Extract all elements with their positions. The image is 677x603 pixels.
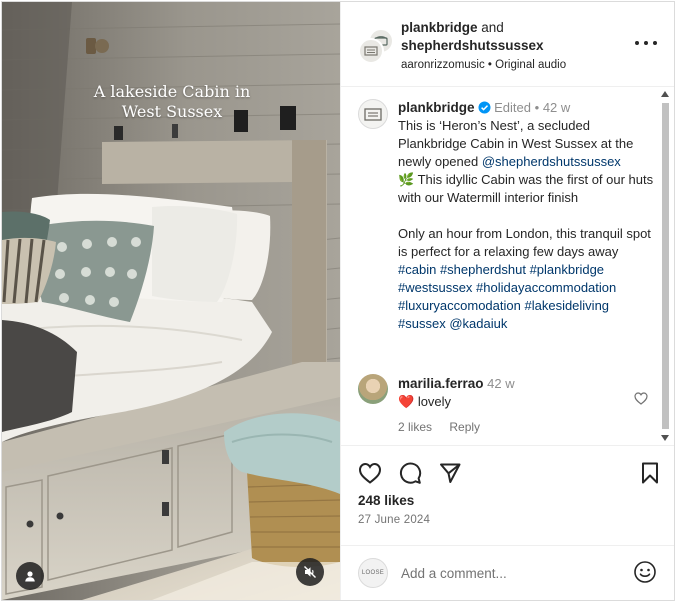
comment-actions: 2 likes Reply [398, 420, 494, 434]
comment-age: 42 w [487, 376, 515, 391]
like-button[interactable] [355, 458, 385, 488]
commenter-username[interactable]: marilia.ferrao [398, 376, 484, 391]
author-link-shepherdshutssussex[interactable]: shepherdshutssussex [401, 38, 544, 53]
comment-button[interactable] [395, 458, 425, 488]
audio-attribution[interactable]: aaronrizzomusic • Original audio [401, 56, 631, 74]
post-authors: plankbridge and shepherdshutssussex aaro… [401, 19, 631, 74]
hashtag-link[interactable]: #sussex [398, 316, 446, 331]
post-actions: 248 likes 27 June 2024 [341, 445, 674, 546]
tagged-users-button[interactable] [16, 562, 44, 590]
hashtag-link[interactable]: #westsussex [398, 280, 472, 295]
hashtag-link[interactable]: #luxuryaccomodation [398, 298, 521, 313]
comment-icon [399, 462, 422, 484]
post-date: 27 June 2024 [358, 514, 431, 526]
more-options-button[interactable] [635, 38, 657, 48]
plankbridge-logo-icon [364, 46, 378, 56]
post-media[interactable]: A lakeside Cabin in West Sussex [2, 2, 340, 600]
author-link-plankbridge[interactable]: plankbridge [401, 20, 478, 35]
hashtag-link[interactable]: #holidayaccommodation [476, 280, 616, 295]
post-details-pane: plankbridge and shepherdshutssussex aaro… [340, 2, 674, 600]
comments-section[interactable]: plankbridge Edited • 42 w This is ‘Heron… [341, 87, 674, 444]
likes-count[interactable]: 248 likes [358, 493, 414, 508]
reply-button[interactable]: Reply [449, 420, 480, 434]
collab-avatars[interactable] [358, 28, 394, 64]
post-header: plankbridge and shepherdshutssussex aaro… [341, 2, 674, 87]
comment-like-icon[interactable] [634, 392, 648, 405]
scroll-up-arrow[interactable] [661, 91, 669, 97]
hashtag-link[interactable]: #cabin [398, 262, 436, 277]
caption-intro: This is ‘Heron’s Nest’, a secluded Plank… [398, 118, 634, 169]
post-caption: plankbridge Edited • 42 w This is ‘Heron… [398, 99, 660, 333]
heart-icon [358, 462, 382, 484]
comment-item: marilia.ferrao 42 w ❤️ lovely 2 likes Re… [358, 374, 648, 436]
emoji-icon[interactable] [633, 560, 657, 584]
caption-avatar[interactable] [358, 99, 388, 129]
hashtag-list: #cabin #shepherdshut #plankbridge #wests… [398, 261, 660, 333]
caption-line-2: 🌿 This idyllic Cabin was the first of ou… [398, 172, 654, 205]
plankbridge-logo-icon [364, 107, 382, 121]
hashtag-link[interactable]: #lakesideliving [524, 298, 609, 313]
red-heart-emoji: ❤️ [398, 394, 415, 409]
caption-age: 42 w [542, 100, 571, 115]
meta-separator: • [534, 100, 540, 115]
scroll-thumb[interactable] [662, 103, 669, 429]
comment-likes-count[interactable]: 2 likes [398, 420, 432, 434]
verified-badge-icon [478, 101, 491, 114]
leaf-emoji: 🌿 [398, 172, 415, 187]
user-icon [25, 571, 35, 582]
edited-label: Edited [494, 100, 532, 115]
viewer-avatar: LOOSE [358, 558, 388, 588]
muted-icon [304, 566, 316, 578]
caption-line-3: Only an hour from London, this tranquil … [398, 226, 651, 259]
more-icon [635, 41, 639, 45]
commenter-avatar[interactable] [358, 374, 388, 404]
mention-link[interactable]: @kadaiuk [449, 316, 507, 331]
comment-text: lovely [417, 394, 452, 409]
avatar-plankbridge[interactable] [358, 38, 384, 64]
mute-button[interactable] [296, 558, 324, 586]
comment-input[interactable] [401, 562, 611, 584]
save-button[interactable] [635, 458, 665, 488]
scroll-down-arrow[interactable] [661, 435, 669, 441]
comment-body: marilia.ferrao 42 w ❤️ lovely [398, 375, 628, 411]
add-comment-bar: LOOSE [341, 545, 674, 600]
share-button[interactable] [435, 458, 465, 488]
mention-link[interactable]: @shepherdshutssussex [482, 154, 621, 169]
caption-username[interactable]: plankbridge [398, 100, 475, 115]
hashtag-link[interactable]: #plankbridge [530, 262, 604, 277]
post-dialog: A lakeside Cabin in West Sussex plankbri… [1, 1, 675, 601]
overlay-caption: A lakeside Cabin in West Sussex [93, 82, 251, 121]
hashtag-link[interactable]: #shepherdshut [440, 262, 526, 277]
comments-scrollbar[interactable] [661, 91, 669, 441]
author-joiner: and [481, 20, 504, 35]
send-icon [440, 463, 461, 483]
bookmark-icon [642, 462, 658, 484]
